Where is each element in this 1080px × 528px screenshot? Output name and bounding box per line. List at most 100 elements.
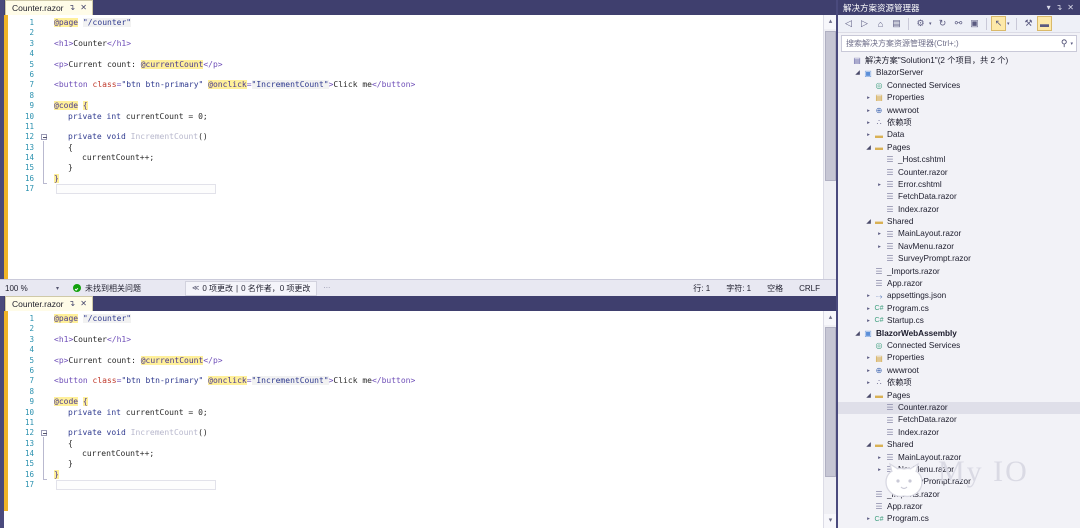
fold-column[interactable] xyxy=(40,366,50,376)
fold-column[interactable] xyxy=(40,459,50,469)
tree-node-wasm-mainlayout-razor[interactable]: ▸ ☰ MainLayout.razor xyxy=(838,452,1080,464)
fold-column[interactable] xyxy=(40,408,50,418)
tree-node-program-cs[interactable]: ▸ C# Program.cs xyxy=(838,303,1080,315)
scroll-up-icon[interactable]: ▴ xyxy=(824,311,836,325)
fold-column[interactable] xyxy=(40,101,50,111)
expanded-arrow-icon[interactable] xyxy=(864,216,873,228)
forward-icon[interactable]: ▷ xyxy=(857,16,872,31)
fold-column[interactable] xyxy=(40,324,50,334)
properties-icon[interactable]: ⚒ xyxy=(1021,16,1036,31)
scroll-thumb[interactable] xyxy=(825,327,836,477)
tree-node-blazorwebassembly[interactable]: ▣ BlazorWebAssembly xyxy=(838,328,1080,340)
chevron-down-icon[interactable]: ▾ xyxy=(56,285,63,292)
tree-node-startup-cs[interactable]: ▸ C# Startup.cs xyxy=(838,315,1080,327)
code-area-top[interactable]: 1 @page "/counter" 2 3 <h1>Counter</h1> 4 5 <p>… xyxy=(4,15,836,296)
fold-column[interactable] xyxy=(40,122,50,132)
pointer-icon[interactable]: ↖ xyxy=(991,16,1006,31)
tree-node-appsettings-json[interactable]: ▸ ⤑ appsettings.json xyxy=(838,290,1080,302)
collapsed-arrow-icon[interactable]: ▸ xyxy=(875,452,884,464)
fold-column[interactable] xyxy=(40,356,50,366)
search-icon[interactable]: ⚲ xyxy=(1061,38,1068,49)
tree-node-mainlayout-razor[interactable]: ▸ ☰ MainLayout.razor xyxy=(838,228,1080,240)
char-indicator[interactable]: 字符: 1 xyxy=(726,283,751,294)
fold-column[interactable] xyxy=(40,39,50,49)
scroll-thumb[interactable] xyxy=(825,31,836,181)
collapsed-arrow-icon[interactable]: ▸ xyxy=(875,179,884,191)
fold-column[interactable] xyxy=(40,18,50,28)
editor-vertical-scrollbar-bottom[interactable]: ▴ ▾ xyxy=(823,311,836,528)
fold-column[interactable] xyxy=(40,345,50,355)
tab-counter-razor-bottom[interactable]: Counter.razor ↴ ✕ xyxy=(5,296,93,311)
collapsed-arrow-icon[interactable]: ▸ xyxy=(864,105,873,117)
tree-node-surveyprompt-razor[interactable]: ☰ SurveyPrompt.razor xyxy=(838,253,1080,265)
fold-column[interactable] xyxy=(40,184,50,194)
fold-column[interactable] xyxy=(40,49,50,59)
scroll-up-icon[interactable]: ▴ xyxy=(824,15,836,29)
tree-node-pages[interactable]: ▬ Pages xyxy=(838,142,1080,154)
chevron-down-icon[interactable]: ▾ xyxy=(1070,41,1073,47)
expanded-arrow-icon[interactable] xyxy=(864,439,873,451)
tab-counter-razor-top[interactable]: Counter.razor ↴ ✕ xyxy=(5,0,93,15)
tree-node-wasm-index-razor[interactable]: ☰ Index.razor xyxy=(838,427,1080,439)
scroll-down-icon[interactable]: ▾ xyxy=(824,514,836,528)
tree-node-navmenu-razor[interactable]: ▸ ☰ NavMenu.razor xyxy=(838,241,1080,253)
tree-node-wasm-program-cs[interactable]: ▸ C# Program.cs xyxy=(838,513,1080,525)
fold-column[interactable] xyxy=(40,174,50,184)
chevron-down-icon[interactable]: ▾ xyxy=(1007,21,1012,27)
search-input[interactable]: 搜索解决方案资源管理器(Ctrl+;) xyxy=(846,38,1061,49)
home-icon[interactable]: ⌂ xyxy=(873,16,888,31)
fold-column[interactable] xyxy=(40,80,50,90)
close-icon[interactable]: ✕ xyxy=(1067,3,1074,12)
code-area-bottom[interactable]: 1 @page "/counter" 2 3 <h1>Counter</h1> 4 5 <p>… xyxy=(4,311,836,528)
fold-column[interactable] xyxy=(40,314,50,324)
collapse-icon[interactable] xyxy=(41,134,47,141)
issue-status[interactable]: 未找到相关问题 xyxy=(73,283,141,294)
pin-icon[interactable]: ↴ xyxy=(69,300,76,308)
tree-node-blazorserver[interactable]: ▣ BlazorServer xyxy=(838,67,1080,79)
tree-node-wasm-wwwroot[interactable]: ▸ ⊕ wwwroot xyxy=(838,365,1080,377)
tree-node-wasm-dependencies[interactable]: ▸ ∴ 依赖项 xyxy=(838,377,1080,389)
fold-column[interactable] xyxy=(40,163,50,173)
tree-node-solution[interactable]: ▤ 解决方案"Solution1"(2 个项目，共 2 个) xyxy=(838,55,1080,67)
tree-node-wasm-connected-services[interactable]: ◎ Connected Services xyxy=(838,340,1080,352)
overflow-icon[interactable]: ⋯ xyxy=(323,284,330,292)
fold-column[interactable] xyxy=(40,428,50,481)
tree-node-error-cshtml[interactable]: ▸ ☰ Error.cshtml xyxy=(838,179,1080,191)
tree-node-wasm-counter-razor[interactable]: ☰ Counter.razor xyxy=(838,401,1080,415)
tree-node-wwwroot[interactable]: ▸ ⊕ wwwroot xyxy=(838,105,1080,117)
fold-column[interactable] xyxy=(40,60,50,70)
tree-node-wasm-app-razor[interactable]: ☰ App.razor xyxy=(838,501,1080,513)
collapsed-arrow-icon[interactable]: ▸ xyxy=(875,464,884,476)
indentation-indicator[interactable]: 空格 xyxy=(767,283,783,294)
solution-tree[interactable]: ▤ 解决方案"Solution1"(2 个项目，共 2 个) ▣ BlazorServ… xyxy=(838,55,1080,528)
tree-node-host-cshtml[interactable]: ☰ _Host.cshtml xyxy=(838,154,1080,166)
tree-node-index-razor[interactable]: ☰ Index.razor xyxy=(838,204,1080,216)
fold-column[interactable] xyxy=(40,418,50,428)
fold-column[interactable] xyxy=(40,335,50,345)
close-icon[interactable]: ✕ xyxy=(80,4,87,12)
fold-column[interactable] xyxy=(40,376,50,386)
expanded-arrow-icon[interactable] xyxy=(864,142,873,154)
collapsed-arrow-icon[interactable]: ▸ xyxy=(864,290,873,302)
tree-node-wasm-properties[interactable]: ▸ ▤ Properties xyxy=(838,352,1080,364)
fold-column[interactable] xyxy=(40,470,50,480)
expanded-arrow-icon[interactable] xyxy=(853,67,862,79)
fold-column[interactable] xyxy=(40,132,50,185)
collapsed-arrow-icon[interactable]: ▸ xyxy=(864,352,873,364)
fold-column[interactable] xyxy=(40,153,50,163)
expanded-arrow-icon[interactable] xyxy=(853,328,862,340)
fold-column[interactable] xyxy=(40,449,50,459)
tree-node-shared[interactable]: ▬ Shared xyxy=(838,216,1080,228)
collapsed-arrow-icon[interactable]: ▸ xyxy=(864,92,873,104)
tree-node-fetchdata-razor[interactable]: ☰ FetchData.razor xyxy=(838,191,1080,203)
fold-column[interactable] xyxy=(40,91,50,101)
solution-search-box[interactable]: 搜索解决方案资源管理器(Ctrl+;) ⚲ ▾ xyxy=(841,35,1077,52)
editor-vertical-scrollbar-top[interactable]: ▴ ▾ xyxy=(823,15,836,296)
back-icon[interactable]: ◁ xyxy=(841,16,856,31)
expanded-arrow-icon[interactable] xyxy=(864,390,873,402)
line-indicator[interactable]: 行: 1 xyxy=(693,283,710,294)
zoom-selector[interactable]: 100 % ▾ xyxy=(5,284,63,293)
codelens-changes-badge[interactable]: ≪ 0 项更改 | 0 名作者，0 项更改 xyxy=(185,280,318,296)
collapsed-arrow-icon[interactable]: ▸ xyxy=(864,117,873,129)
line-ending-indicator[interactable]: CRLF xyxy=(799,284,820,293)
